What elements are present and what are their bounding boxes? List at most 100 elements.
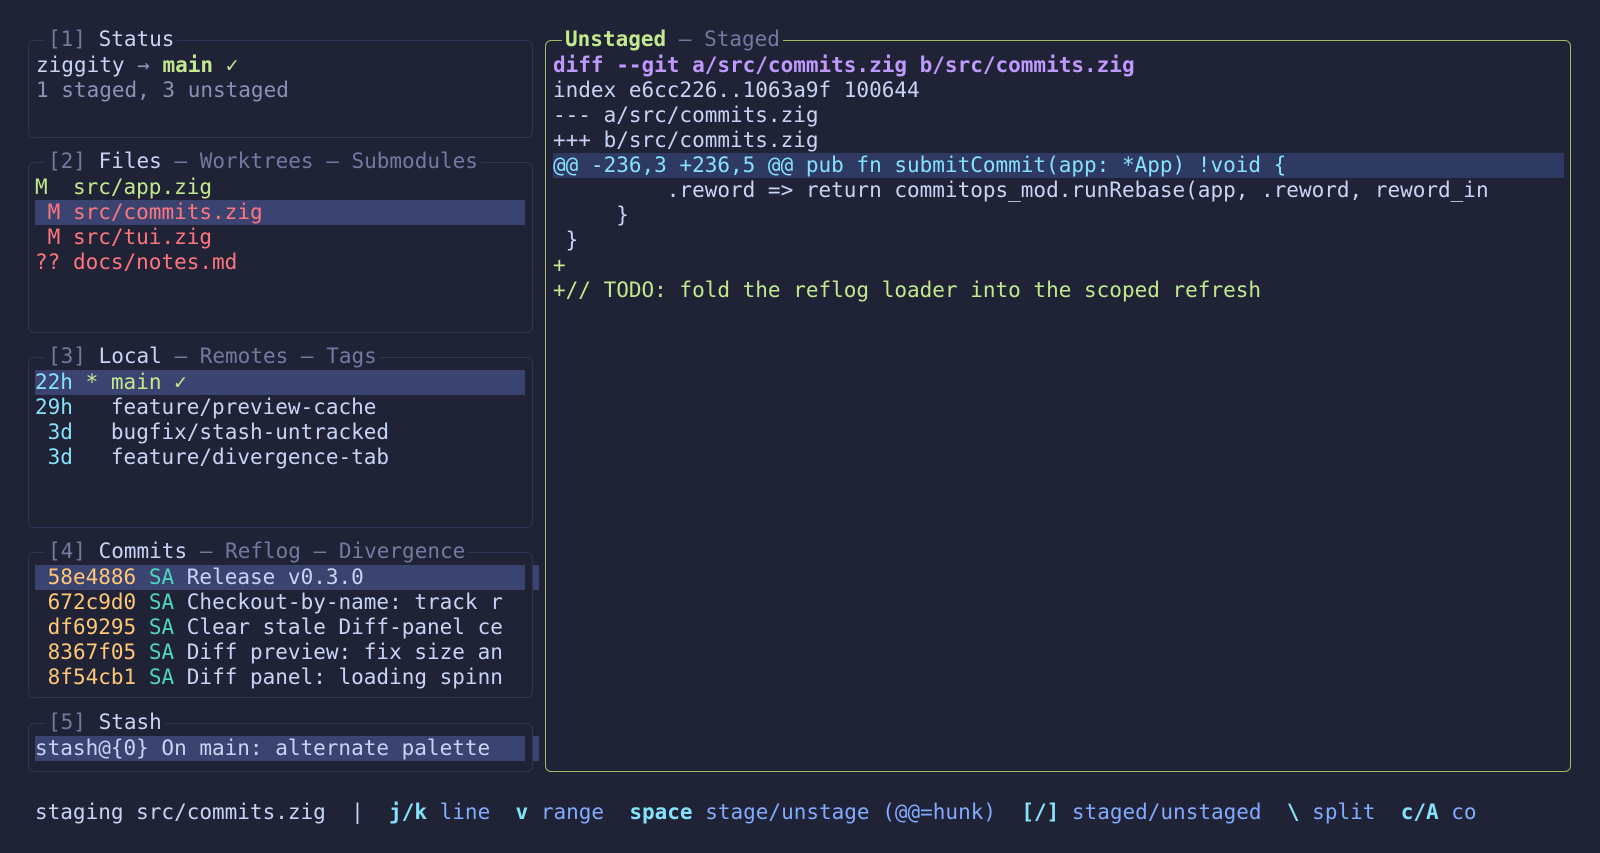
commit-author: SA — [148, 615, 175, 639]
status-branch-line: ziggity → main ✓ — [36, 53, 526, 78]
branch-age: 3d — [35, 445, 73, 469]
file-row[interactable]: ?? docs/notes.md — [35, 250, 525, 275]
file-path: src/app.zig — [72, 175, 213, 199]
file-status: M — [35, 225, 61, 249]
commit-hash: 8f54cb1 — [47, 665, 137, 689]
status-panel[interactable]: [1] Status ziggity → main ✓ 1 staged, 3 … — [28, 27, 533, 138]
file-row-selected[interactable]: M src/commits.zig — [35, 200, 525, 225]
branch-row[interactable]: 3d feature/divergence-tab — [35, 445, 525, 470]
current-branch: main — [162, 53, 214, 77]
arrow-icon: → — [137, 53, 150, 77]
diff-panel-title: Unstaged – Staged — [562, 27, 783, 52]
files-panel-title: [2] Files – Worktrees – Submodules — [45, 149, 481, 174]
tab-local[interactable]: Local — [99, 344, 162, 368]
keybinding-bar: staging src/commits.zig | j/k line v ran… — [35, 800, 1477, 825]
status-panel-title: [1] Status — [45, 27, 178, 52]
stash-panel[interactable]: [5] Stash stash@{0} On main: alternate p… — [28, 710, 539, 772]
branch-age: 22h — [35, 370, 73, 394]
diff-context-line[interactable]: } — [553, 203, 1564, 228]
commit-row[interactable]: df69295 SA Clear stale Diff-panel ce — [35, 615, 525, 640]
diff-added-line[interactable]: + — [553, 253, 1564, 278]
commits-panel[interactable]: [4] Commits – Reflog – Divergence 58e488… — [28, 539, 539, 698]
tab-tags[interactable]: Tags — [326, 344, 377, 368]
hint-desc: line — [439, 800, 491, 824]
file-status: M — [35, 175, 61, 199]
branch-name: feature/preview-cache — [110, 395, 377, 419]
branch-age: 3d — [35, 420, 73, 444]
commit-message: Diff panel: loading spinn — [186, 665, 503, 689]
diff-meta-line[interactable]: +++ b/src/commits.zig — [553, 128, 1564, 153]
diff-header-line[interactable]: diff --git a/src/commits.zig b/src/commi… — [553, 53, 1564, 78]
tab-worktrees[interactable]: Worktrees — [200, 149, 314, 173]
tab-staged[interactable]: Staged — [704, 27, 780, 51]
commits-scrollbar[interactable] — [533, 565, 539, 590]
commit-message: Diff preview: fix size an — [186, 640, 503, 664]
check-icon: ✓ — [225, 53, 239, 77]
commit-row[interactable]: 672c9d0 SA Checkout-by-name: track r — [35, 590, 525, 615]
branches-panel[interactable]: [3] Local – Remotes – Tags 22h * main ✓ … — [28, 344, 533, 528]
commit-row[interactable]: 8367f05 SA Diff preview: fix size an — [35, 640, 525, 665]
commit-message: Clear stale Diff-panel ce — [186, 615, 503, 639]
commit-author: SA — [148, 590, 175, 614]
hint-desc: co — [1451, 800, 1477, 824]
files-panel[interactable]: [2] Files – Worktrees – Submodules M src… — [28, 149, 533, 333]
branch-row-selected[interactable]: 22h * main ✓ — [35, 370, 525, 395]
hint-key: c/A — [1400, 800, 1439, 824]
file-row[interactable]: M src/app.zig — [35, 175, 525, 200]
hint-key: v — [515, 800, 529, 824]
file-path: docs/notes.md — [72, 250, 238, 274]
commit-author: SA — [148, 565, 175, 589]
file-status: M — [35, 200, 61, 224]
commit-author: SA — [148, 640, 175, 664]
footer-context: staging src/commits.zig — [35, 800, 326, 824]
branch-name: bugfix/stash-untracked — [110, 420, 390, 444]
tab-reflog[interactable]: Reflog — [225, 539, 301, 563]
file-status: ?? — [35, 250, 61, 274]
commit-row-selected[interactable]: 58e4886 SA Release v0.3.0 — [35, 565, 525, 590]
diff-context-line[interactable]: .reword => return commitops_mod.runRebas… — [553, 178, 1564, 203]
tab-submodules[interactable]: Submodules — [351, 149, 477, 173]
commit-row[interactable]: 8f54cb1 SA Diff panel: loading spinn — [35, 665, 525, 690]
diff-panel[interactable]: Unstaged – Staged diff --git a/src/commi… — [545, 27, 1571, 772]
commit-author: SA — [148, 665, 175, 689]
diff-context-line[interactable]: } — [553, 228, 1564, 253]
status-summary: 1 staged, 3 unstaged — [36, 78, 289, 102]
commit-hash: 672c9d0 — [47, 590, 137, 614]
check-icon: ✓ — [174, 370, 187, 394]
file-row[interactable]: M src/tui.zig — [35, 225, 525, 250]
diff-meta-line[interactable]: --- a/src/commits.zig — [553, 103, 1564, 128]
hint-desc: range — [540, 800, 605, 824]
file-path: src/tui.zig — [72, 225, 213, 249]
diff-added-line[interactable]: +// TODO: fold the reflog loader into th… — [553, 278, 1564, 303]
hint-desc: stage/unstage (@@=hunk) — [705, 800, 997, 824]
diff-meta-line[interactable]: index e6cc226..1063a9f 100644 — [553, 78, 1564, 103]
file-path: src/commits.zig — [72, 200, 263, 224]
commit-hash: 58e4886 — [47, 565, 137, 589]
tab-divergence[interactable]: Divergence — [339, 539, 465, 563]
hint-key: \ — [1286, 800, 1300, 824]
tab-unstaged[interactable]: Unstaged — [565, 27, 666, 51]
hint-desc: staged/unstaged — [1071, 800, 1262, 824]
commit-message: Release v0.3.0 — [186, 565, 364, 589]
branch-age: 29h — [35, 395, 73, 419]
branch-row[interactable]: 29h feature/preview-cache — [35, 395, 525, 420]
tab-commits[interactable]: Commits — [99, 539, 188, 563]
tab-remotes[interactable]: Remotes — [200, 344, 289, 368]
tab-files[interactable]: Files — [99, 149, 162, 173]
branch-name: main — [110, 370, 162, 394]
diff-hunk-header-selected[interactable]: @@ -236,3 +236,5 @@ pub fn submitCommit(… — [553, 153, 1564, 178]
branch-row[interactable]: 3d bugfix/stash-untracked — [35, 420, 525, 445]
hint-desc: split — [1312, 800, 1376, 824]
commits-panel-title: [4] Commits – Reflog – Divergence — [45, 539, 469, 564]
repo-name: ziggity — [36, 53, 125, 77]
hint-key: j/k — [389, 800, 427, 824]
stash-scrollbar[interactable] — [533, 736, 539, 761]
hint-key: [/] — [1021, 800, 1060, 824]
branch-marker: * — [85, 370, 99, 394]
branches-panel-title: [3] Local – Remotes – Tags — [45, 344, 380, 369]
commit-hash: 8367f05 — [47, 640, 137, 664]
hint-key: space — [629, 800, 693, 824]
commit-hash: df69295 — [47, 615, 137, 639]
stash-row-selected[interactable]: stash@{0} On main: alternate palette — [35, 736, 525, 761]
stash-panel-title: [5] Stash — [45, 710, 165, 735]
